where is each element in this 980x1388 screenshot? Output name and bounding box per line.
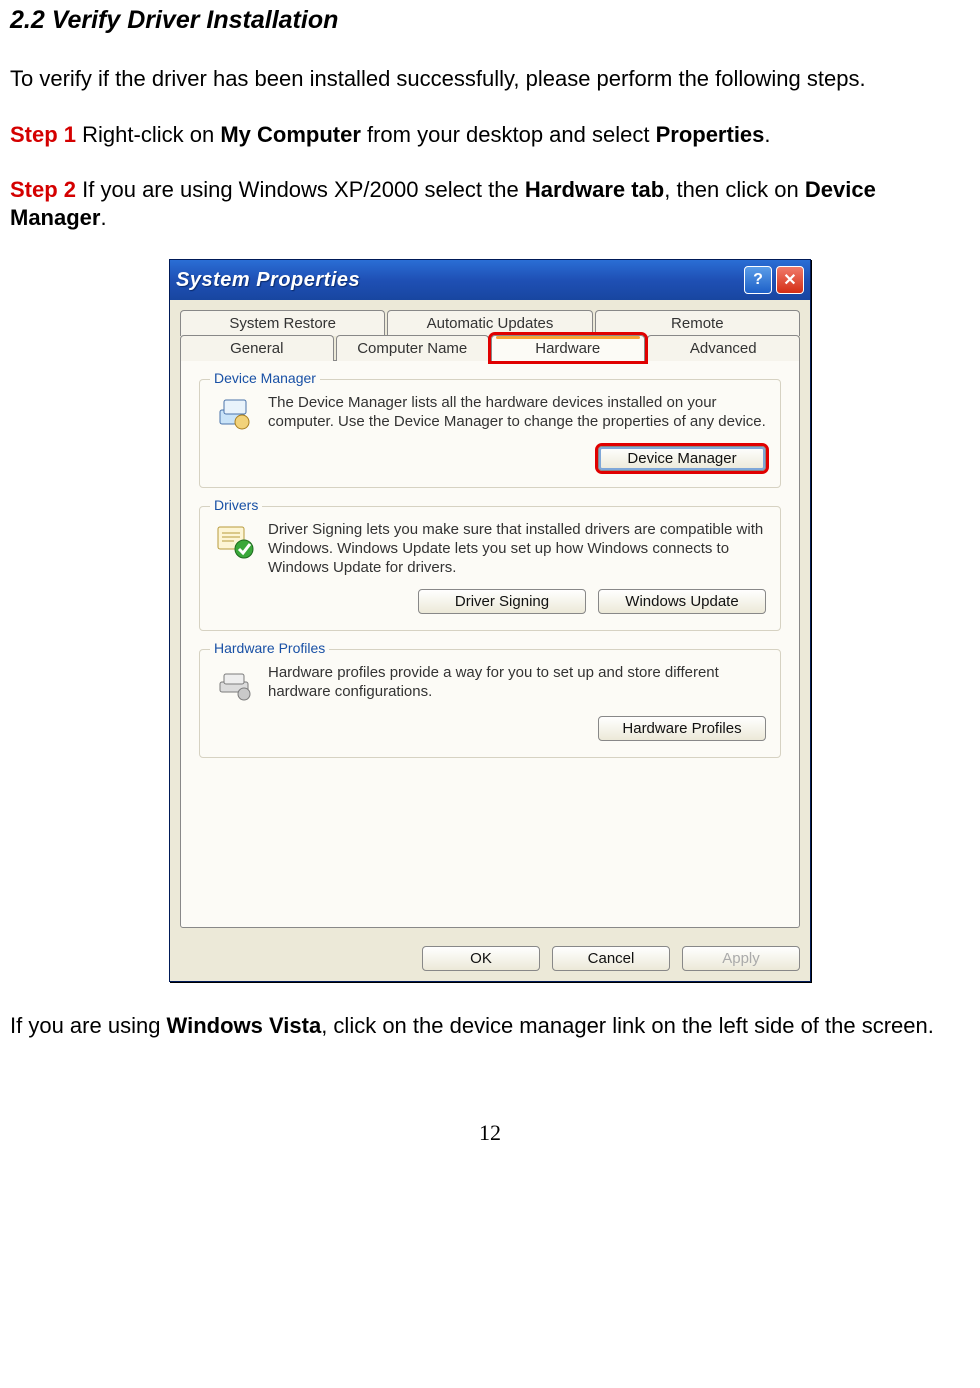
device-manager-button[interactable]: Device Manager [598,446,766,471]
text: If you are using Windows XP/2000 select … [76,177,525,202]
group-device-manager: Device Manager The Device Manager [199,379,781,488]
text: Right-click on [76,122,220,147]
help-icon[interactable]: ? [744,266,772,294]
text: If you are using [10,1013,167,1038]
xp-dialog: System Properties ? ✕ System Restore Aut… [169,259,811,982]
dialog-buttons: OK Cancel Apply [170,942,810,981]
close-icon[interactable]: ✕ [776,266,804,294]
intro-paragraph: To verify if the driver has been install… [10,65,970,93]
group-text: Driver Signing lets you make sure that i… [268,521,766,577]
hardware-profiles-icon [214,664,254,704]
tabs: System Restore Automatic Updates Remote … [180,310,800,928]
device-manager-icon [214,394,254,434]
text: from your desktop and select [361,122,656,147]
text-bold: Windows Vista [167,1013,322,1038]
tab-hardware[interactable]: Hardware [491,335,645,361]
tab-panel-hardware: Device Manager The Device Manager [180,360,800,928]
group-label: Device Manager [210,370,320,386]
apply-button[interactable]: Apply [682,946,800,971]
group-label: Drivers [210,497,262,513]
tab-computer-name[interactable]: Computer Name [336,335,490,361]
hardware-profiles-button[interactable]: Hardware Profiles [598,716,766,741]
text: , click on the device manager link on th… [321,1013,934,1038]
text: . [100,205,106,230]
tab-general[interactable]: General [180,335,334,361]
tab-remote[interactable]: Remote [595,310,800,336]
cancel-button[interactable]: Cancel [552,946,670,971]
drivers-icon [214,521,254,561]
window-title: System Properties [176,269,360,292]
titlebar: System Properties ? ✕ [170,260,810,300]
group-label: Hardware Profiles [210,640,329,656]
tab-system-restore[interactable]: System Restore [180,310,385,336]
vista-paragraph: If you are using Windows Vista, click on… [10,1012,970,1040]
driver-signing-button[interactable]: Driver Signing [418,589,586,614]
page-number: 12 [10,1120,970,1146]
text-bold: Properties [656,122,765,147]
text: . [764,122,770,147]
text-bold: My Computer [220,122,361,147]
ok-button[interactable]: OK [422,946,540,971]
tab-automatic-updates[interactable]: Automatic Updates [387,310,592,336]
step-1-label: Step 1 [10,122,76,147]
step-1-paragraph: Step 1 Right-click on My Computer from y… [10,121,970,149]
windows-update-button[interactable]: Windows Update [598,589,766,614]
text: , then click on [664,177,805,202]
tab-hardware-label: Hardware [535,340,600,357]
screenshot-system-properties: System Properties ? ✕ System Restore Aut… [10,259,970,982]
group-drivers: Drivers Drive [199,506,781,631]
group-text: The Device Manager lists all the hardwar… [268,394,766,434]
step-2-label: Step 2 [10,177,76,202]
section-heading: 2.2 Verify Driver Installation [10,6,970,35]
group-hardware-profiles: Hardware Profiles Hardware profile [199,649,781,758]
step-2-paragraph: Step 2 If you are using Windows XP/2000 … [10,176,970,231]
tab-advanced[interactable]: Advanced [647,335,801,361]
group-text: Hardware profiles provide a way for you … [268,664,766,704]
text-bold: Hardware tab [525,177,664,202]
